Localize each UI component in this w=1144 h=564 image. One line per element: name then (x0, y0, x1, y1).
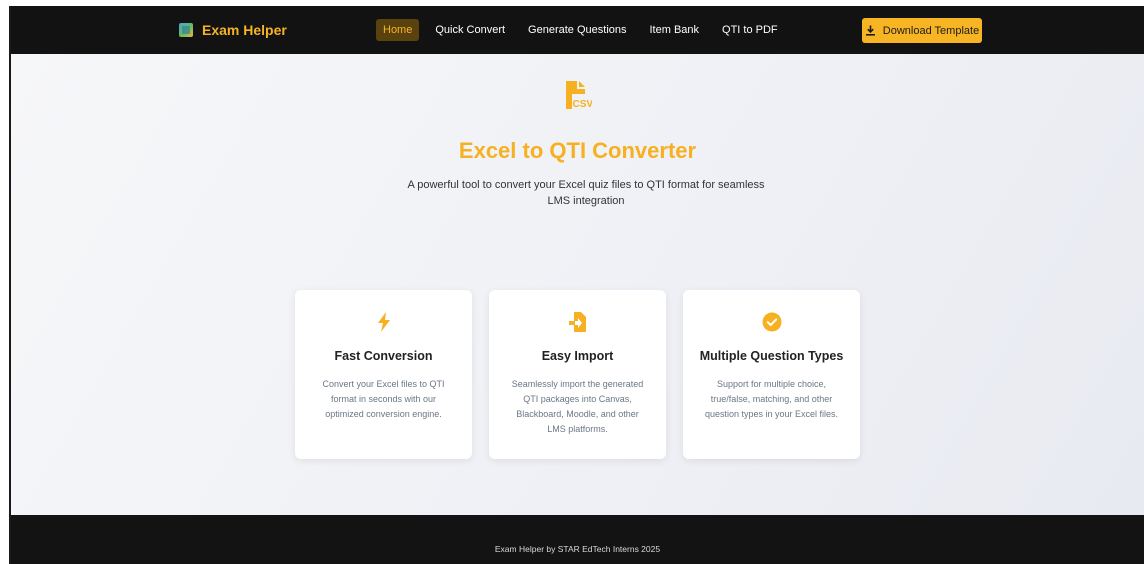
nav-link-home[interactable]: Home (376, 19, 420, 41)
feature-text: Convert your Excel files to QTI format i… (322, 379, 445, 419)
nav-links: Home Quick Convert Generate Questions It… (376, 19, 794, 41)
page-subtitle: A powerful tool to convert your Excel qu… (407, 179, 765, 207)
nav-link-item-bank[interactable]: Item Bank (643, 19, 707, 41)
feature-title: Multiple Question Types (699, 349, 844, 363)
hero-section: CSV Excel to QTI Converter A powerful to… (11, 54, 1144, 515)
feature-cards: Fast Conversion Convert your Excel files… (295, 290, 860, 459)
navbar: Exam Helper Home Quick Convert Generate … (11, 6, 1144, 54)
file-import-icon (489, 312, 666, 332)
svg-text:CSV: CSV (573, 99, 593, 110)
check-circle-icon (683, 312, 860, 332)
feature-text: Seamlessly import the generated QTI pack… (511, 379, 644, 434)
csv-file-icon: CSV (564, 81, 593, 116)
logo-icon (179, 23, 193, 37)
feature-card-fast-conversion: Fast Conversion Convert your Excel files… (295, 290, 472, 459)
nav-link-quick-convert[interactable]: Quick Convert (428, 19, 512, 41)
page-title: Excel to QTI Converter (458, 138, 697, 163)
download-icon (865, 25, 876, 36)
nav-link-generate-questions[interactable]: Generate Questions (521, 19, 633, 41)
app-window: Exam Helper Home Quick Convert Generate … (9, 6, 1144, 564)
download-template-button[interactable]: Download Template (862, 18, 982, 43)
footer: Exam Helper by STAR EdTech Interns 2025 (11, 515, 1144, 564)
brand-name: Exam Helper (202, 22, 287, 38)
footer-text: Exam Helper by STAR EdTech Interns 2025 (494, 544, 661, 554)
feature-title: Fast Conversion (334, 349, 433, 363)
download-template-label: Download Template (882, 24, 980, 37)
feature-card-easy-import: Easy Import Seamlessly import the genera… (489, 290, 666, 459)
feature-card-multiple-question-types: Multiple Question Types Support for mult… (683, 290, 860, 459)
brand[interactable]: Exam Helper (179, 20, 287, 40)
feature-title: Easy Import (541, 349, 614, 363)
nav-link-qti-to-pdf[interactable]: QTI to PDF (715, 19, 785, 41)
feature-text: Support for multiple choice, true/false,… (704, 379, 839, 419)
lightning-bolt-icon (295, 312, 472, 332)
